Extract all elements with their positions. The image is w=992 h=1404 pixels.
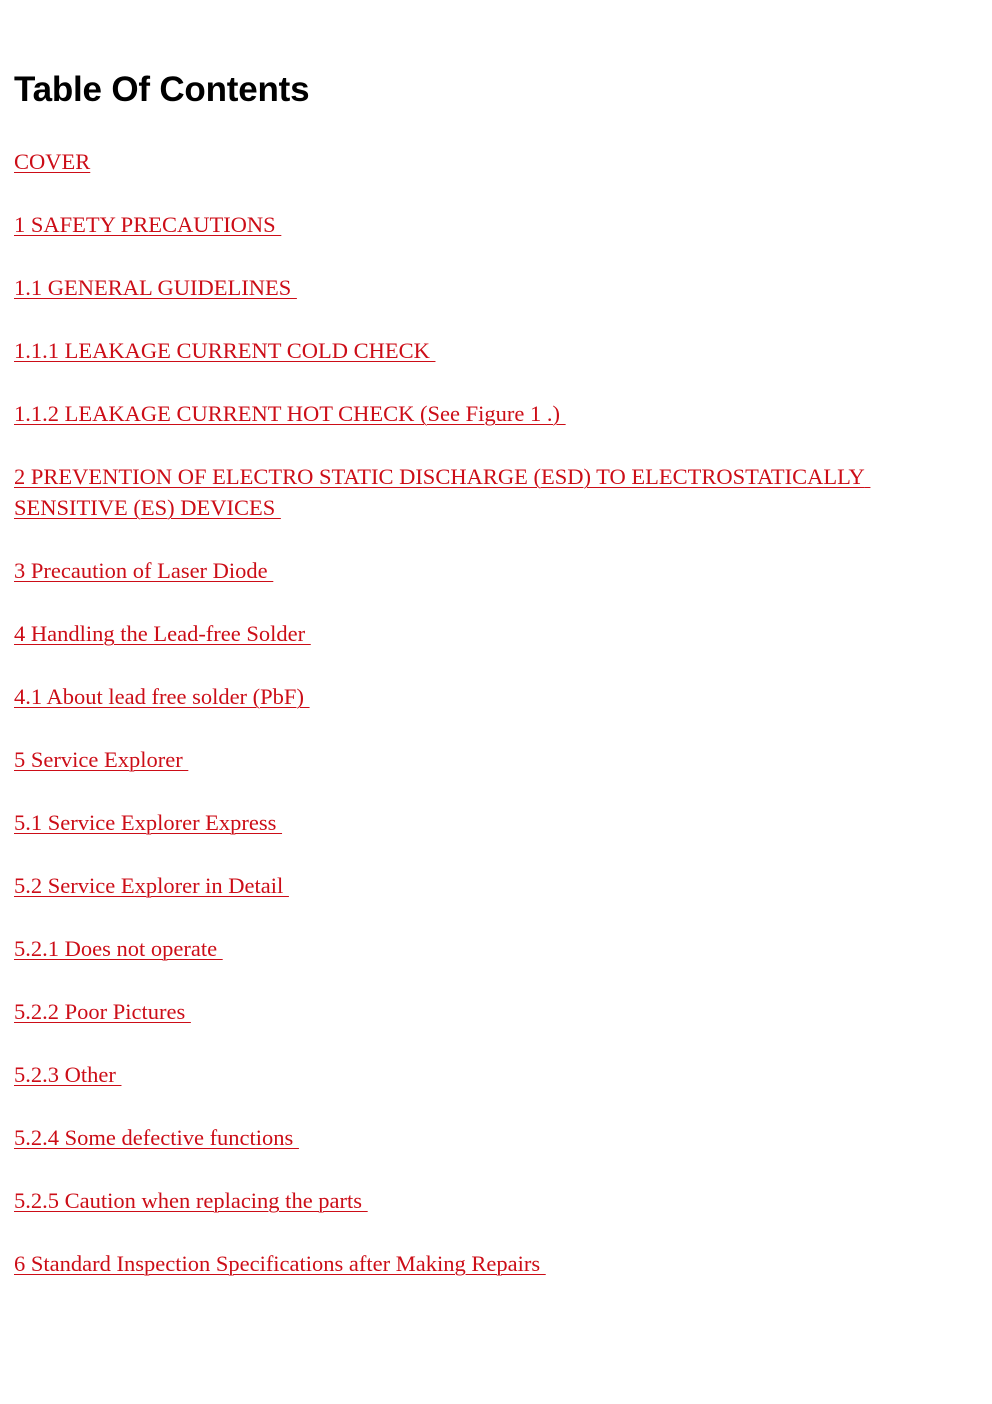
page-title: Table Of Contents [14, 70, 310, 109]
list-item: 5.2.2 Poor Pictures [14, 996, 924, 1027]
toc-link-poor-pictures[interactable]: 5.2.2 Poor Pictures [14, 999, 191, 1024]
list-item: 5.1 Service Explorer Express [14, 807, 924, 838]
list-item: 6 Standard Inspection Specifications aft… [14, 1248, 924, 1279]
toc-link-standard-inspection-specifications[interactable]: 6 Standard Inspection Specifications aft… [14, 1251, 546, 1276]
list-item: 2 PREVENTION OF ELECTRO STATIC DISCHARGE… [14, 461, 924, 523]
list-item: 3 Precaution of Laser Diode [14, 555, 924, 586]
toc-link-leakage-current-hot-check[interactable]: 1.1.2 LEAKAGE CURRENT HOT CHECK (See Fig… [14, 401, 566, 426]
list-item: 4 Handling the Lead-free Solder [14, 618, 924, 649]
toc-link-about-lead-free-solder[interactable]: 4.1 About lead free solder (PbF) [14, 684, 310, 709]
list-item: 1.1 GENERAL GUIDELINES [14, 272, 924, 303]
list-item: 5 Service Explorer [14, 744, 924, 775]
list-item: 5.2 Service Explorer in Detail [14, 870, 924, 901]
toc-link-precaution-of-laser-diode[interactable]: 3 Precaution of Laser Diode [14, 558, 273, 583]
toc-link-service-explorer[interactable]: 5 Service Explorer [14, 747, 188, 772]
toc-link-general-guidelines[interactable]: 1.1 GENERAL GUIDELINES [14, 275, 297, 300]
toc-link-service-explorer-express[interactable]: 5.1 Service Explorer Express [14, 810, 282, 835]
toc-link-service-explorer-in-detail[interactable]: 5.2 Service Explorer in Detail [14, 873, 289, 898]
list-item: 5.2.5 Caution when replacing the parts [14, 1185, 924, 1216]
toc-link-handling-the-lead-free-solder[interactable]: 4 Handling the Lead-free Solder [14, 621, 311, 646]
list-item: 1 SAFETY PRECAUTIONS [14, 209, 924, 240]
list-item: 4.1 About lead free solder (PbF) [14, 681, 924, 712]
list-item: 5.2.3 Other [14, 1059, 924, 1090]
list-item: 1.1.1 LEAKAGE CURRENT COLD CHECK [14, 335, 924, 366]
document-page: Table Of Contents COVER 1 SAFETY PRECAUT… [0, 0, 992, 1404]
toc-link-safety-precautions[interactable]: 1 SAFETY PRECAUTIONS [14, 212, 281, 237]
toc-link-prevention-of-esd[interactable]: 2 PREVENTION OF ELECTRO STATIC DISCHARGE… [14, 464, 870, 520]
toc-link-leakage-current-cold-check[interactable]: 1.1.1 LEAKAGE CURRENT COLD CHECK [14, 338, 435, 363]
toc-link-other[interactable]: 5.2.3 Other [14, 1062, 121, 1087]
table-of-contents-list: COVER 1 SAFETY PRECAUTIONS 1.1 GENERAL G… [14, 146, 924, 1279]
toc-link-caution-when-replacing-the-parts[interactable]: 5.2.5 Caution when replacing the parts [14, 1188, 368, 1213]
list-item: 1.1.2 LEAKAGE CURRENT HOT CHECK (See Fig… [14, 398, 924, 429]
toc-link-cover[interactable]: COVER [14, 149, 90, 174]
list-item: 5.2.4 Some defective functions [14, 1122, 924, 1153]
toc-link-some-defective-functions[interactable]: 5.2.4 Some defective functions [14, 1125, 299, 1150]
toc-link-does-not-operate[interactable]: 5.2.1 Does not operate [14, 936, 223, 961]
list-item: 5.2.1 Does not operate [14, 933, 924, 964]
list-item: COVER [14, 146, 924, 177]
